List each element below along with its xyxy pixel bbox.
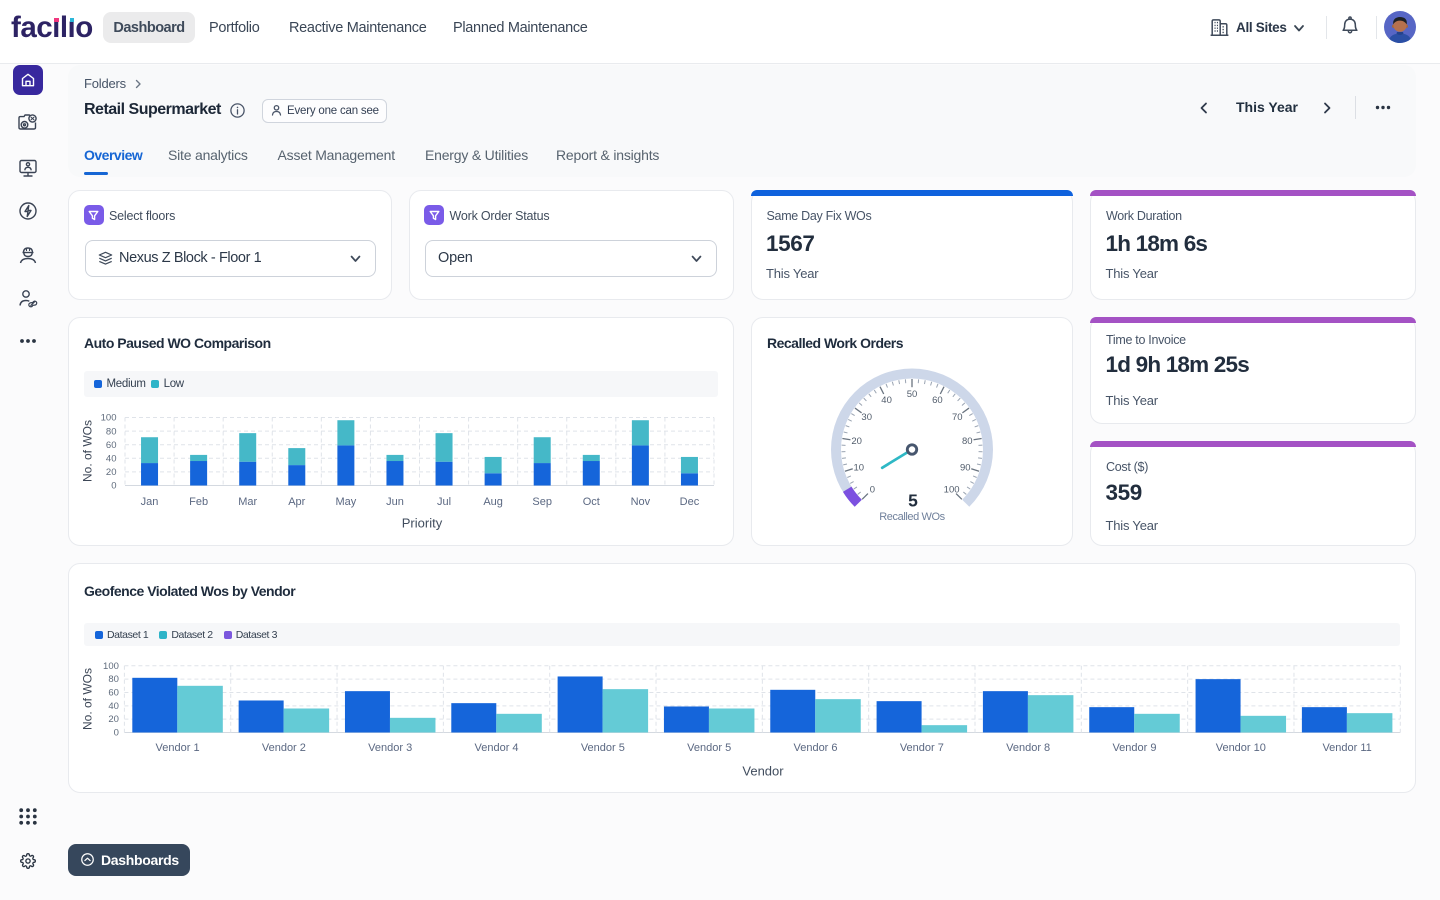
- svg-text:Recalled WOs: Recalled WOs: [879, 511, 945, 523]
- svg-text:100: 100: [944, 485, 960, 496]
- svg-text:Vendor 10: Vendor 10: [1216, 742, 1266, 754]
- svg-text:0: 0: [114, 728, 119, 739]
- svg-text:Vendor: Vendor: [742, 764, 784, 779]
- svg-text:10: 10: [853, 462, 864, 473]
- svg-text:60: 60: [108, 687, 119, 698]
- svg-text:20: 20: [106, 467, 117, 478]
- svg-text:100: 100: [103, 661, 119, 672]
- svg-text:70: 70: [952, 412, 963, 423]
- svg-text:Feb: Feb: [189, 496, 208, 508]
- svg-text:No. of WOs: No. of WOs: [81, 668, 95, 730]
- svg-text:Vendor 5: Vendor 5: [581, 742, 625, 754]
- svg-text:Aug: Aug: [483, 496, 503, 508]
- svg-text:50: 50: [907, 389, 918, 400]
- svg-text:Vendor 2: Vendor 2: [262, 742, 306, 754]
- svg-text:Vendor 7: Vendor 7: [900, 742, 944, 754]
- svg-text:Nov: Nov: [631, 496, 651, 508]
- svg-text:Sep: Sep: [532, 496, 552, 508]
- svg-text:20: 20: [108, 714, 119, 725]
- svg-text:60: 60: [106, 440, 117, 451]
- svg-text:80: 80: [108, 674, 119, 685]
- svg-text:100: 100: [101, 413, 117, 424]
- svg-text:30: 30: [861, 412, 872, 423]
- svg-text:Dec: Dec: [680, 496, 700, 508]
- svg-text:40: 40: [881, 395, 892, 406]
- svg-text:0: 0: [111, 481, 116, 492]
- svg-text:Priority: Priority: [402, 516, 443, 531]
- svg-text:Vendor 5: Vendor 5: [687, 742, 731, 754]
- svg-text:90: 90: [960, 462, 971, 473]
- svg-text:Vendor 8: Vendor 8: [1006, 742, 1050, 754]
- svg-text:40: 40: [106, 454, 117, 465]
- svg-text:Vendor 4: Vendor 4: [475, 742, 519, 754]
- svg-text:20: 20: [851, 436, 862, 447]
- svg-text:Vendor 11: Vendor 11: [1322, 742, 1371, 754]
- svg-text:Vendor 1: Vendor 1: [156, 742, 200, 754]
- svg-text:Apr: Apr: [288, 496, 305, 508]
- svg-text:No. of WOs: No. of WOs: [81, 420, 95, 482]
- svg-text:Oct: Oct: [583, 496, 600, 508]
- svg-text:May: May: [335, 496, 356, 508]
- svg-text:Vendor 6: Vendor 6: [793, 742, 837, 754]
- svg-text:60: 60: [932, 395, 943, 406]
- svg-text:5: 5: [908, 491, 918, 511]
- svg-text:0: 0: [870, 485, 875, 496]
- svg-text:40: 40: [108, 701, 119, 712]
- svg-text:Vendor 9: Vendor 9: [1112, 742, 1156, 754]
- svg-text:Vendor 3: Vendor 3: [368, 742, 412, 754]
- svg-text:Mar: Mar: [238, 496, 257, 508]
- svg-text:80: 80: [106, 426, 117, 437]
- svg-text:Jun: Jun: [386, 496, 404, 508]
- svg-text:Jul: Jul: [437, 496, 451, 508]
- svg-text:80: 80: [962, 436, 973, 447]
- svg-text:Jan: Jan: [141, 496, 159, 508]
